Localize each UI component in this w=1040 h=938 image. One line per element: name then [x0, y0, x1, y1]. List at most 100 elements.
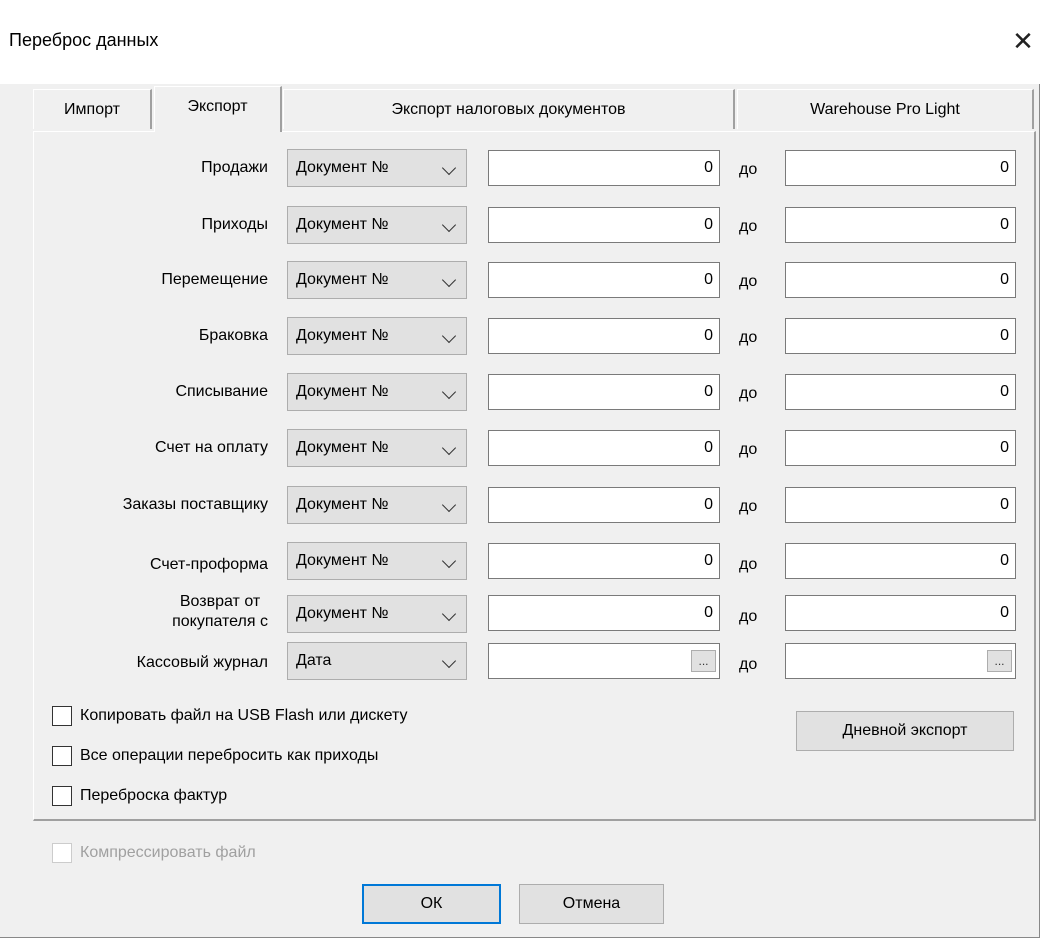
- row-label: Заказы поставщику: [122, 496, 268, 513]
- mode-select[interactable]: Документ №: [287, 595, 467, 633]
- from-input[interactable]: 0: [488, 318, 720, 354]
- mode-select[interactable]: Документ №: [287, 317, 467, 355]
- to-input[interactable]: 0: [785, 207, 1016, 243]
- row-rejection: Браковка Документ № 0 до 0: [0, 317, 1040, 357]
- close-icon[interactable]: ✕: [1008, 24, 1038, 60]
- to-input[interactable]: 0: [785, 543, 1016, 579]
- to-input[interactable]: 0: [785, 318, 1016, 354]
- to-value: 0: [1000, 439, 1009, 456]
- mode-select[interactable]: Документ №: [287, 486, 467, 524]
- range-separator: до: [739, 498, 758, 515]
- to-value: 0: [1000, 216, 1009, 233]
- row-write-off: Списывание Документ № 0 до 0: [0, 373, 1040, 413]
- from-input[interactable]: 0: [488, 543, 720, 579]
- mode-select-value: Дата: [296, 652, 332, 669]
- range-separator: до: [739, 385, 758, 402]
- from-input[interactable]: 0: [488, 430, 720, 466]
- range-separator: до: [739, 656, 758, 673]
- row-label-line1: Возврат от: [179, 593, 261, 610]
- to-date-input[interactable]: ...: [785, 643, 1016, 679]
- to-input[interactable]: 0: [785, 487, 1016, 523]
- mode-select[interactable]: Документ №: [287, 429, 467, 467]
- title-bar: Переброс данных ✕: [0, 0, 1040, 84]
- checkbox-box[interactable]: [52, 746, 72, 766]
- row-label: Кассовый журнал: [136, 654, 268, 671]
- from-value: 0: [704, 604, 713, 621]
- row-label: Счет-проформа: [149, 556, 268, 573]
- row-label: Продажи: [201, 159, 268, 176]
- row-transfer: Перемещение Документ № 0 до 0: [0, 261, 1040, 301]
- mode-select[interactable]: Документ №: [287, 373, 467, 411]
- mode-select[interactable]: Документ №: [287, 206, 467, 244]
- mode-select-value: Документ №: [296, 496, 389, 513]
- chevron-down-icon: [441, 606, 457, 622]
- checkbox-box[interactable]: [52, 786, 72, 806]
- mode-select-value: Документ №: [296, 439, 389, 456]
- daily-export-button[interactable]: Дневной экспорт: [796, 711, 1014, 751]
- from-value: 0: [704, 383, 713, 400]
- checkbox-box: [52, 843, 72, 863]
- range-separator: до: [739, 161, 758, 178]
- chevron-down-icon: [441, 272, 457, 288]
- from-value: 0: [704, 496, 713, 513]
- row-label-line2: покупателя с: [172, 613, 268, 630]
- chevron-down-icon: [441, 217, 457, 233]
- export-dialog: Переброс данных ✕ Импорт Экспорт Экспорт…: [0, 0, 1040, 938]
- to-input[interactable]: 0: [785, 595, 1016, 631]
- row-proforma: Счет-проформа Документ № 0 до 0: [0, 542, 1040, 582]
- mode-select[interactable]: Документ №: [287, 149, 467, 187]
- from-input[interactable]: 0: [488, 595, 720, 631]
- range-separator: до: [739, 273, 758, 290]
- from-input[interactable]: 0: [488, 262, 720, 298]
- tab-import[interactable]: Импорт: [33, 89, 152, 129]
- ok-button[interactable]: ОК: [362, 884, 501, 924]
- checkbox-label: Компрессировать файл: [80, 844, 256, 861]
- to-input[interactable]: 0: [785, 262, 1016, 298]
- from-input[interactable]: 0: [488, 207, 720, 243]
- row-label: Приходы: [201, 216, 268, 233]
- row-invoice: Счет на оплату Документ № 0 до 0: [0, 429, 1040, 469]
- from-value: 0: [704, 327, 713, 344]
- cancel-button[interactable]: Отмена: [519, 884, 664, 924]
- row-label: Списывание: [175, 383, 268, 400]
- row-label: Перемещение: [161, 271, 268, 288]
- chevron-down-icon: [441, 553, 457, 569]
- from-input[interactable]: 0: [488, 374, 720, 410]
- mode-select[interactable]: Документ №: [287, 542, 467, 580]
- to-value: 0: [1000, 383, 1009, 400]
- mode-select-value: Документ №: [296, 216, 389, 233]
- mode-select[interactable]: Документ №: [287, 261, 467, 299]
- row-receipts: Приходы Документ № 0 до 0: [0, 206, 1040, 246]
- mode-select[interactable]: Дата: [287, 642, 467, 680]
- from-date-input[interactable]: ...: [488, 643, 720, 679]
- chevron-down-icon: [441, 653, 457, 669]
- row-supplier-orders: Заказы поставщику Документ № 0 до 0: [0, 486, 1040, 526]
- from-input[interactable]: 0: [488, 150, 720, 186]
- from-value: 0: [704, 439, 713, 456]
- checkbox-box[interactable]: [52, 706, 72, 726]
- chevron-down-icon: [441, 440, 457, 456]
- tab-export[interactable]: Экспорт: [154, 86, 282, 132]
- date-picker-button[interactable]: ...: [691, 650, 716, 672]
- row-cash-journal: Кассовый журнал Дата ... до ...: [0, 642, 1040, 682]
- from-value: 0: [704, 552, 713, 569]
- checkbox-label: Копировать файл на USB Flash или дискету: [80, 707, 408, 724]
- to-input[interactable]: 0: [785, 374, 1016, 410]
- range-separator: до: [739, 218, 758, 235]
- mode-select-value: Документ №: [296, 327, 389, 344]
- from-value: 0: [704, 271, 713, 288]
- to-input[interactable]: 0: [785, 430, 1016, 466]
- from-input[interactable]: 0: [488, 487, 720, 523]
- date-picker-button[interactable]: ...: [987, 650, 1012, 672]
- to-value: 0: [1000, 552, 1009, 569]
- to-value: 0: [1000, 159, 1009, 176]
- window-title: Переброс данных: [9, 30, 159, 50]
- tab-warehouse-pro-light[interactable]: Warehouse Pro Light: [737, 89, 1034, 129]
- from-value: 0: [704, 159, 713, 176]
- to-input[interactable]: 0: [785, 150, 1016, 186]
- range-separator: до: [739, 556, 758, 573]
- mode-select-value: Документ №: [296, 383, 389, 400]
- to-value: 0: [1000, 496, 1009, 513]
- row-label: Возврат от покупателя с: [172, 592, 268, 632]
- tab-tax-documents-export[interactable]: Экспорт налоговых документов: [283, 89, 735, 129]
